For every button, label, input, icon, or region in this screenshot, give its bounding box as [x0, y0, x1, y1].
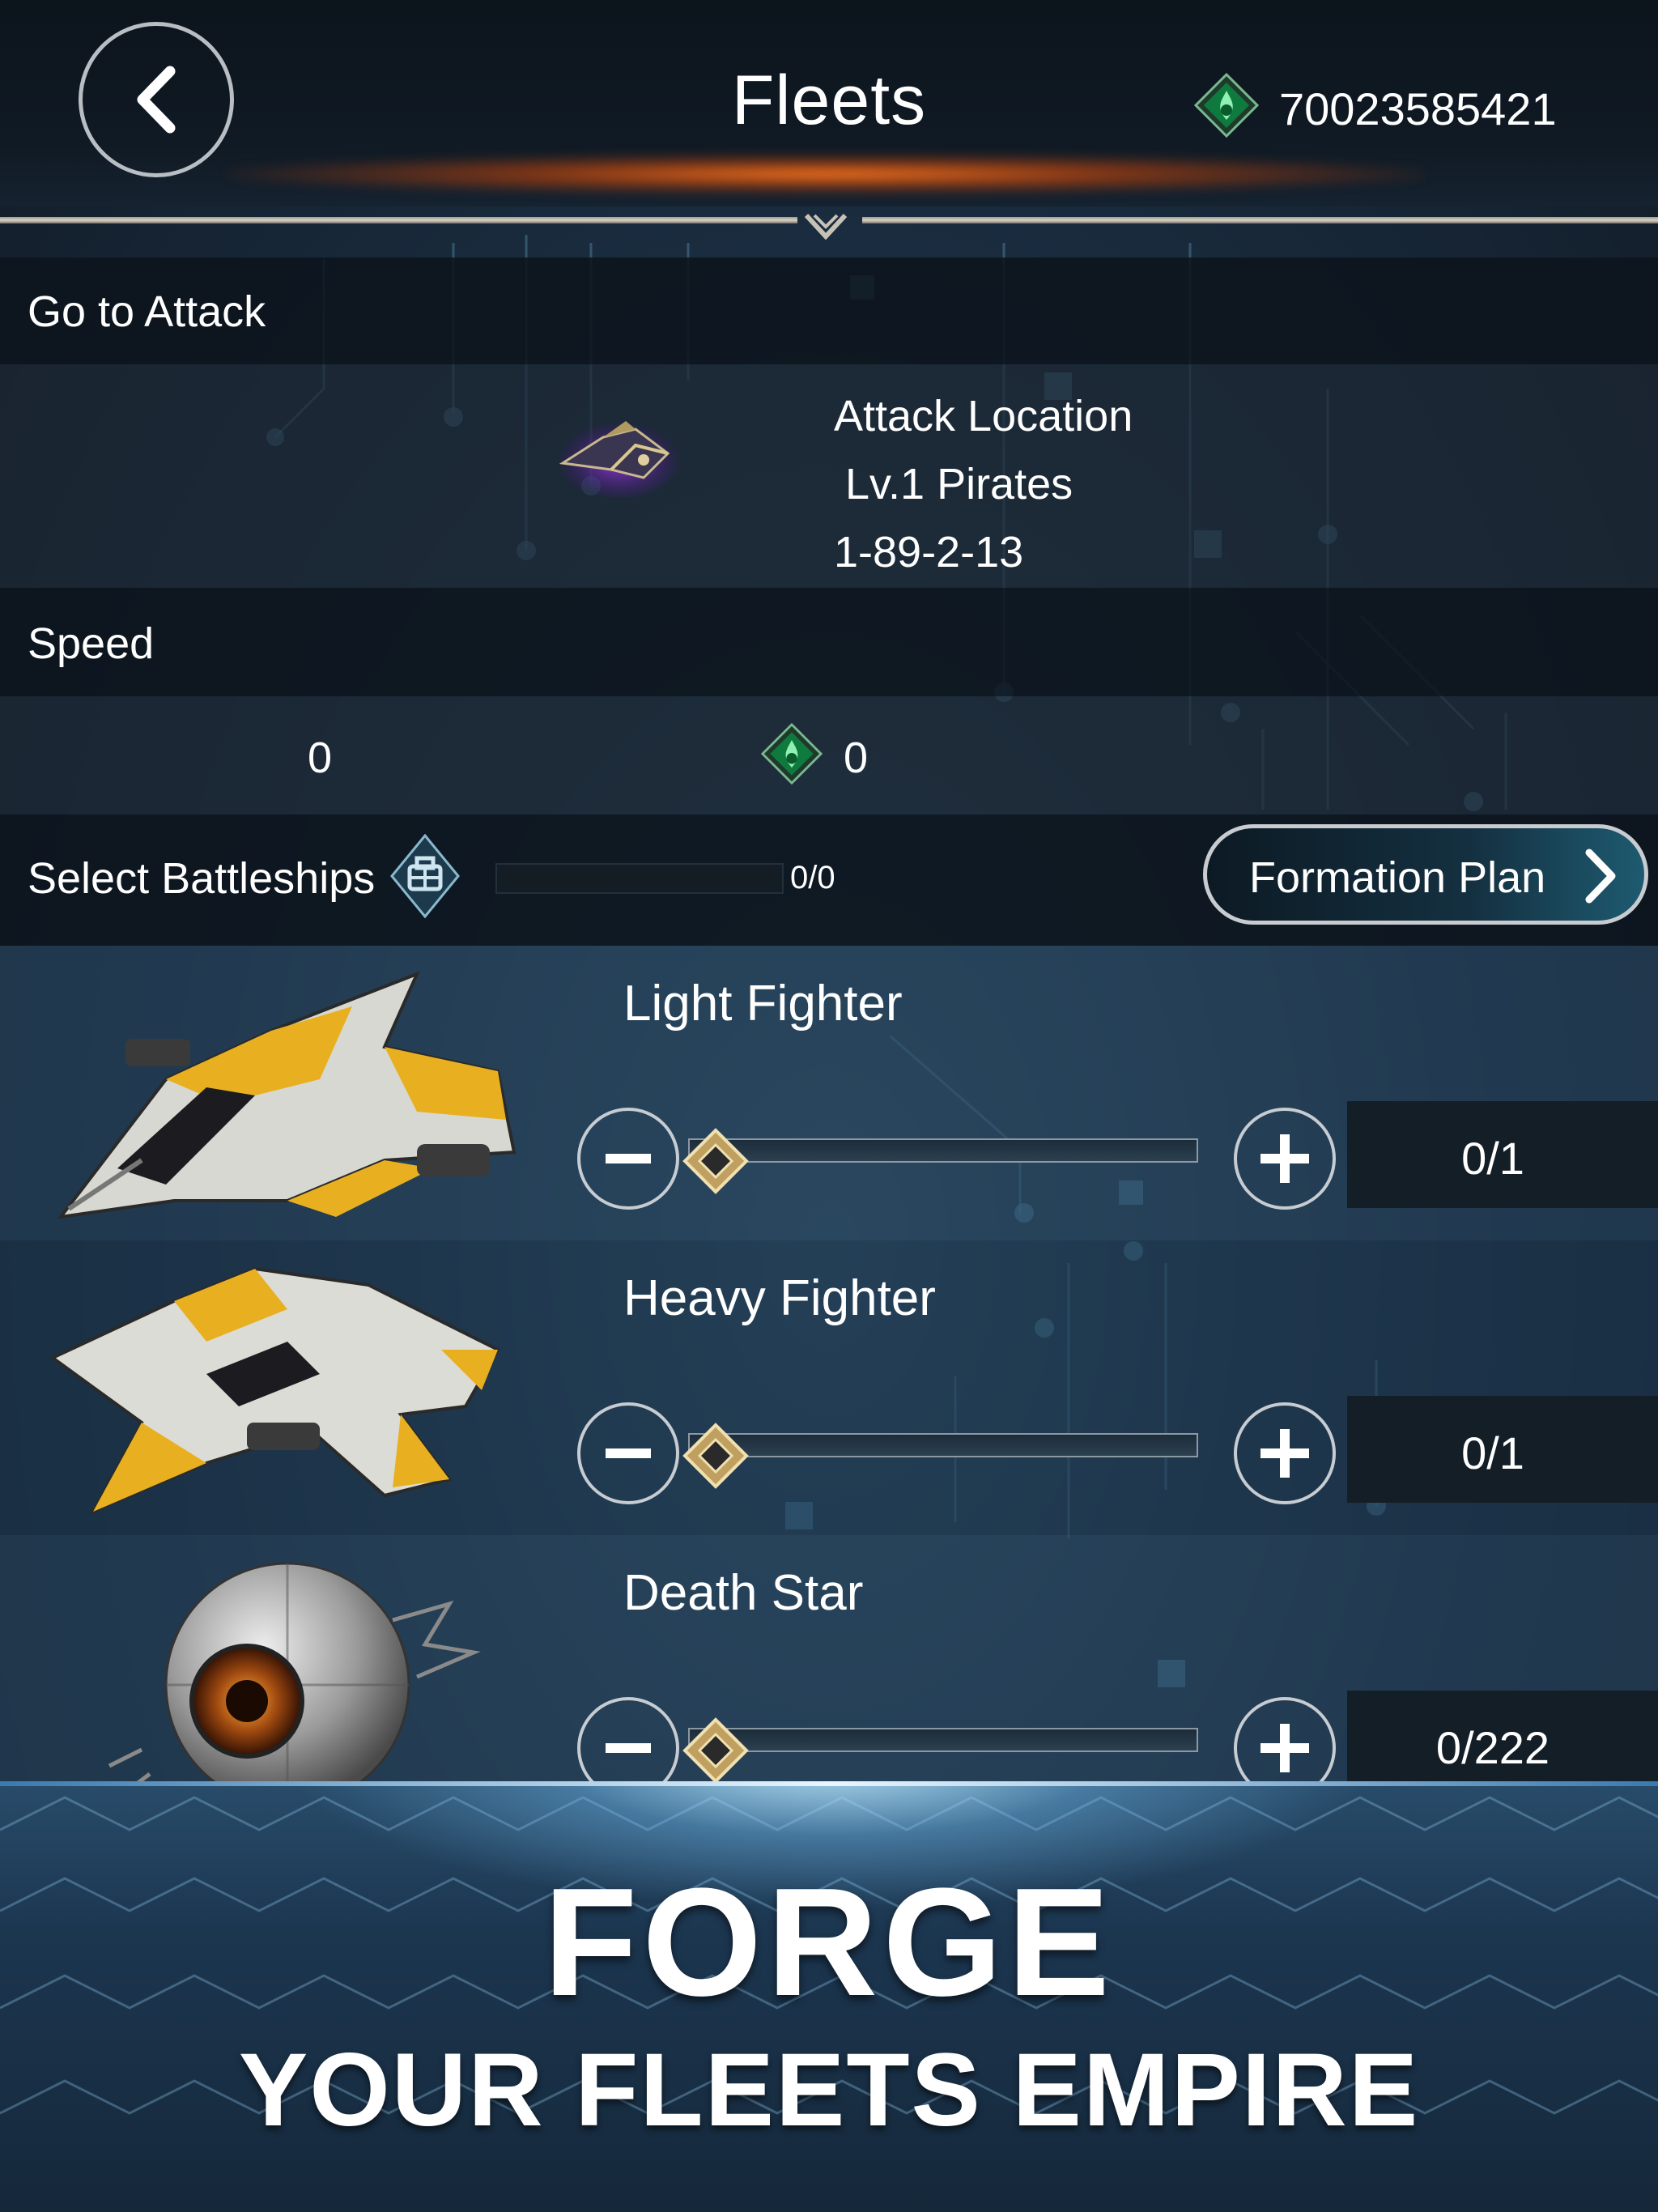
formation-plan-button[interactable]: Formation Plan	[1203, 824, 1648, 925]
banner-top-line	[0, 1781, 1658, 1786]
promo-banner: FORGE YOUR FLEETS EMPIRE	[0, 1781, 1658, 2212]
header-rail-right	[862, 217, 1658, 223]
quantity-slider[interactable]	[688, 1728, 1198, 1752]
slider-thumb[interactable]	[682, 1422, 750, 1490]
quantity-display: 0/222	[1347, 1691, 1658, 1781]
green-gem-icon	[1194, 73, 1259, 138]
attack-coordinates: 1-89-2-13	[834, 528, 1024, 576]
ship-row-light-fighter: Light Fighter 0/1	[0, 946, 1658, 1240]
death-star-image	[108, 1562, 481, 1781]
speed-panel	[0, 696, 1658, 815]
increase-button[interactable]	[1234, 1108, 1336, 1210]
quantity-display: 0/1	[1347, 1101, 1658, 1208]
quantity-text: 0/1	[1461, 1133, 1524, 1184]
decrease-button[interactable]	[577, 1108, 679, 1210]
quantity-text: 0/1	[1461, 1427, 1524, 1478]
ship-name: Light Fighter	[623, 976, 903, 1032]
ship-name: Heavy Fighter	[623, 1270, 936, 1326]
banner-headline: FORGE	[543, 1857, 1115, 2028]
chevron-down-icon	[804, 213, 848, 240]
quantity-slider[interactable]	[688, 1138, 1198, 1163]
banner-subline: YOUR FLEETS EMPIRE	[238, 2032, 1420, 2148]
header-rail-left	[0, 217, 797, 223]
increase-button[interactable]	[1234, 1697, 1336, 1781]
ship-row-heavy-fighter: Heavy Fighter 0/1	[0, 1240, 1658, 1535]
attack-section-label: Go to Attack	[28, 287, 266, 336]
light-fighter-image	[57, 971, 517, 1219]
top-bar: Fleets 70023585421	[0, 0, 1658, 206]
speed-value: 0	[308, 734, 333, 782]
slider-thumb[interactable]	[682, 1716, 750, 1781]
chevron-right-icon	[1585, 849, 1616, 904]
plus-icon	[1261, 1134, 1309, 1183]
decrease-button[interactable]	[577, 1402, 679, 1504]
attack-header: Go to Attack	[0, 257, 1658, 364]
minus-icon	[606, 1154, 651, 1163]
attack-target-name: Lv.1 Pirates	[845, 460, 1073, 508]
speed-gem-cost: 0	[844, 734, 869, 782]
battleship-info-icon[interactable]	[390, 834, 460, 918]
speed-header: Speed	[0, 588, 1658, 696]
ship-name: Death Star	[623, 1565, 864, 1621]
battleship-capacity-bar	[495, 863, 784, 894]
quantity-display: 0/1	[1347, 1396, 1658, 1503]
quantity-text: 0/222	[1435, 1722, 1550, 1773]
battleship-count: 0/0	[790, 860, 835, 895]
currency-amount: 70023585421	[1279, 83, 1557, 134]
green-gem-icon	[761, 723, 823, 785]
attack-location-info: Attack Location Lv.1 Pirates 1-89-2-13	[834, 382, 1133, 586]
battleships-label: Select Battleships	[28, 854, 376, 903]
slider-thumb[interactable]	[682, 1127, 750, 1195]
ship-row-death-star: Death Star 0/222	[0, 1535, 1658, 1781]
plus-icon	[1261, 1724, 1309, 1772]
formation-plan-label: Formation Plan	[1249, 853, 1546, 902]
attack-location-title: Attack Location	[834, 392, 1133, 440]
fleets-screen: Fleets 70023585421 Go to Attack Attack L…	[0, 0, 1658, 1781]
speed-section-label: Speed	[28, 619, 155, 668]
minus-icon	[606, 1743, 651, 1753]
pirate-ship-icon	[556, 417, 682, 498]
minus-icon	[606, 1448, 651, 1458]
plus-icon	[1261, 1429, 1309, 1478]
quantity-slider[interactable]	[688, 1433, 1198, 1457]
decrease-button[interactable]	[577, 1697, 679, 1781]
heavy-fighter-image	[49, 1266, 500, 1516]
increase-button[interactable]	[1234, 1402, 1336, 1504]
attack-location-panel	[0, 364, 1658, 588]
header-glow	[227, 154, 1425, 194]
